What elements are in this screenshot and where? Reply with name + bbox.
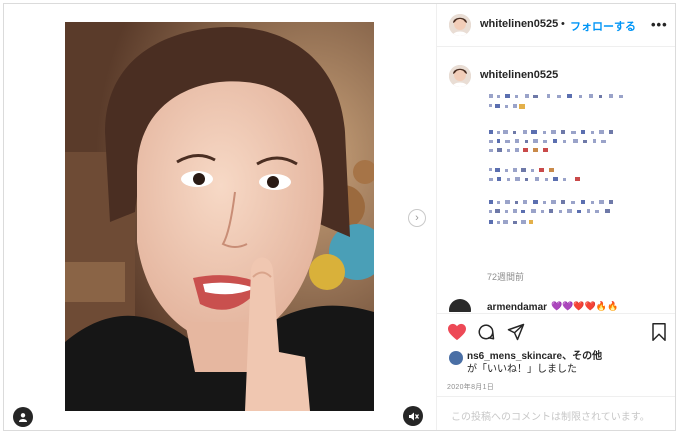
caption-area: whitelinen0525 72週間前 armendamar 💜💜❤️❤️🔥🔥 xyxy=(437,47,675,312)
avatar[interactable] xyxy=(449,14,471,36)
share-icon[interactable] xyxy=(507,323,525,346)
post-media[interactable]: › xyxy=(4,4,436,430)
commenter-avatar[interactable] xyxy=(449,299,471,312)
post-dialog: › whitelinen0525 • フォローする ••• whitelinen… xyxy=(3,3,676,431)
header-username[interactable]: whitelinen0525 xyxy=(480,18,558,30)
post-photo[interactable] xyxy=(65,22,374,411)
post-side-panel: whitelinen0525 • フォローする ••• whitelinen05… xyxy=(436,4,675,430)
comment-icon[interactable] xyxy=(477,323,495,346)
caption-avatar[interactable] xyxy=(449,65,471,87)
comment-text: 💜💜❤️❤️🔥🔥 xyxy=(551,301,619,311)
more-options-icon[interactable]: ••• xyxy=(651,17,668,32)
separator-dot: • xyxy=(561,18,565,30)
heart-icon[interactable] xyxy=(447,323,467,346)
post-header: whitelinen0525 • フォローする ••• xyxy=(437,4,675,47)
caption-time-ago[interactable]: 72週間前 xyxy=(487,270,524,283)
caption-text-obscured xyxy=(489,94,623,224)
comment-restricted-text: この投稿へのコメントは制限されています。 xyxy=(451,412,650,423)
post-date[interactable]: 2020年8月1日 xyxy=(447,382,494,392)
liker-avatar[interactable] xyxy=(449,351,463,365)
liker-username[interactable]: ns6_mens_skincare、 xyxy=(467,351,572,362)
likes-suffix: が「いいね！」しました xyxy=(467,364,577,375)
comment-box: この投稿へのコメントは制限されています。 xyxy=(437,396,675,430)
user-icon[interactable] xyxy=(13,407,33,427)
bookmark-icon[interactable] xyxy=(651,323,667,346)
chevron-right-icon[interactable]: › xyxy=(408,209,426,227)
likes-others-link[interactable]: その他 xyxy=(572,351,602,362)
follow-button[interactable]: フォローする xyxy=(570,18,636,34)
comment-username[interactable]: armendamar xyxy=(487,302,547,312)
caption-username[interactable]: whitelinen0525 xyxy=(480,69,558,81)
likes-summary: ns6_mens_skincare、その他 が「いいね！」しました xyxy=(467,350,680,376)
mute-icon[interactable] xyxy=(403,406,423,426)
action-bar xyxy=(437,313,675,353)
